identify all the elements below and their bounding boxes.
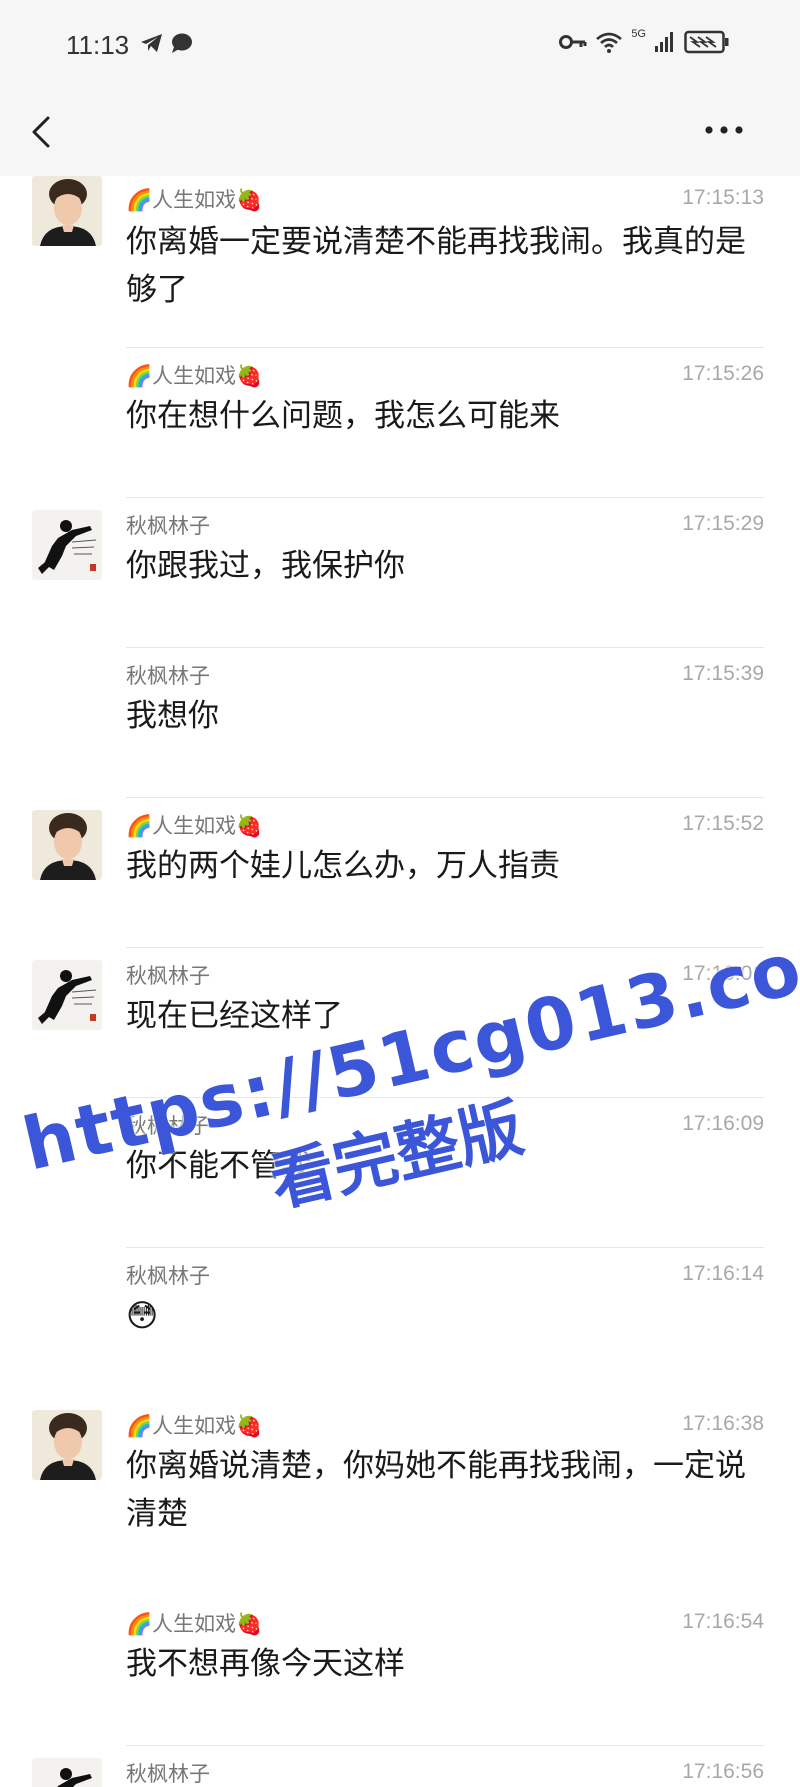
message-text: 我想你 [126,698,219,734]
avatar[interactable] [32,1758,102,1787]
sender-name: 秋枫林子 [126,1114,210,1138]
more-dots-icon[interactable] [702,120,746,140]
message-text: 我不想再像今天这样 [126,1646,405,1682]
message-time: 17:15:29 [682,512,764,535]
message-item: 秋枫林子 17:16:01 现在已经这样了 [0,948,800,1098]
message-time: 17:16:38 [682,1412,764,1435]
sender-name: 秋枫林子 [126,514,210,538]
telegram-icon [141,34,162,52]
message-item: 秋枫林子 17:16:56 [0,1746,800,1787]
sender-name: 秋枫林子 [126,1264,210,1288]
message-item: 秋枫林子 17:16:14 😳 [0,1248,800,1398]
message-text: 你在想什么问题，我怎么可能来 [126,398,560,434]
message-text: 你离婚一定要说清楚不能再找我闹。我真的是够了 [126,224,746,308]
message-emoji: 😳 [126,1298,159,1334]
message-text: 你离婚说清楚，你妈她不能再找我闹，一定说清楚 [126,1448,746,1532]
message-time: 17:16:54 [682,1610,764,1633]
sender-name: 🌈人生如戏🍓 [126,188,263,212]
network-label: 5G [631,28,646,40]
sender-name: 秋枫林子 [126,664,210,688]
battery-charging-icon [684,30,729,54]
message-item: 🌈人生如戏🍓 17:15:52 我的两个娃儿怎么办，万人指责 [0,798,800,948]
message-time: 17:16:56 [682,1760,764,1783]
message-time: 17:15:13 [682,186,764,209]
nav-bar [0,90,800,176]
sender-name: 🌈人生如戏🍓 [126,814,263,838]
message-time: 17:16:09 [682,1112,764,1135]
message-time: 17:16:01 [682,962,764,985]
message-item: 🌈人生如戏🍓 17:15:13 你离婚一定要说清楚不能再找我闹。我真的是够了 [0,176,800,348]
sender-name: 秋枫林子 [126,964,210,988]
message-text: 现在已经这样了 [126,998,343,1034]
status-right-icons: 5G [559,28,730,54]
message-item: 秋枫林子 17:16:09 你不能不管我 [0,1098,800,1248]
message-time: 17:16:14 [682,1262,764,1285]
avatar[interactable] [32,960,102,1030]
message-time: 17:15:52 [682,812,764,835]
chevron-left-icon[interactable] [26,112,56,152]
sender-name: 🌈人生如戏🍓 [126,1612,263,1636]
message-item: 🌈人生如戏🍓 17:15:26 你在想什么问题，我怎么可能来 [0,348,800,498]
avatar[interactable] [32,176,102,246]
sender-name: 🌈人生如戏🍓 [126,1414,263,1438]
avatar[interactable] [32,810,102,880]
status-left-icons [140,32,194,54]
message-text: 你不能不管我 [126,1148,312,1184]
message-text: 你跟我过，我保护你 [126,548,405,584]
chat-history-list[interactable]: 🌈人生如戏🍓 17:15:13 你离婚一定要说清楚不能再找我闹。我真的是够了 🌈… [0,176,800,1787]
key-icon [559,35,587,49]
wifi-icon [596,32,623,53]
avatar[interactable] [32,1410,102,1480]
message-text: 我的两个娃儿怎么办，万人指责 [126,848,560,884]
message-item: 🌈人生如戏🍓 17:16:54 我不想再像今天这样 [0,1596,800,1746]
status-time: 11:13 [66,30,130,60]
sender-name: 🌈人生如戏🍓 [126,364,263,388]
message-item: 秋枫林子 17:15:39 我想你 [0,648,800,798]
message-item: 🌈人生如戏🍓 17:16:38 你离婚说清楚，你妈她不能再找我闹，一定说清楚 [0,1398,800,1596]
sender-name: 秋枫林子 [126,1762,210,1786]
status-bar: 11:13 5G [0,0,800,90]
message-item: 秋枫林子 17:15:29 你跟我过，我保护你 [0,498,800,648]
chat-bubble-icon [172,33,192,53]
signal-icon [655,32,673,52]
message-time: 17:15:39 [682,662,764,685]
avatar[interactable] [32,510,102,580]
message-time: 17:15:26 [682,362,764,385]
